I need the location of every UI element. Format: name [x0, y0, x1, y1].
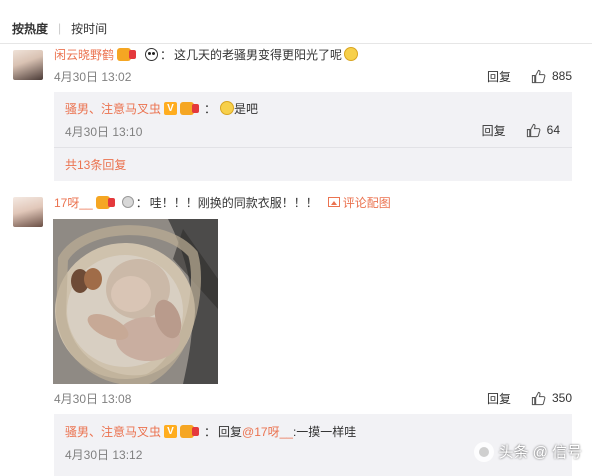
comment-actions: 回复 350 — [487, 389, 572, 407]
vip-badge-icon — [117, 47, 137, 61]
vip-badge-icon — [180, 101, 200, 115]
reply-text: 回复 — [218, 424, 243, 439]
comment-text: 哇！！！刚换的同款衣服！！！ — [149, 195, 318, 210]
photo-link-label: 评论配图 — [342, 195, 391, 210]
sort-bar: 按热度 | 按时间 — [12, 19, 107, 37]
mention-link[interactable]: @17呀__ — [242, 423, 293, 440]
verified-v-icon: V — [164, 424, 178, 438]
photo-image — [53, 219, 218, 384]
comment-time: 4月30日 13:02 — [54, 69, 132, 84]
vip-badge-icon — [180, 424, 200, 438]
emoji-icon — [220, 101, 235, 115]
thumbs-up-icon[interactable] — [531, 69, 546, 84]
thumbs-up-icon[interactable] — [526, 123, 541, 138]
comment-photo-link[interactable]: 评论配图 — [327, 194, 391, 211]
reply-time: 4月30日 13:12 — [65, 447, 143, 462]
like-count: 350 — [551, 391, 572, 405]
comment-actions: 回复 885 — [487, 67, 572, 85]
reply-actions: 回复 64 — [482, 121, 560, 139]
reply-content: 骚男、注意马叉虫 V ： 回复 @17呀__ :一摸一样哇 — [65, 422, 356, 440]
colon: ： — [135, 195, 148, 210]
picture-icon — [327, 197, 340, 207]
reply-username[interactable]: 骚男、注意马叉虫 — [65, 100, 161, 117]
reply-divider — [54, 147, 572, 148]
comment-username[interactable]: 闲云晓野鹤 — [54, 46, 114, 63]
panda-icon — [145, 47, 159, 61]
comment-time: 4月30日 13:08 — [54, 391, 132, 406]
colon: ： — [204, 424, 217, 439]
reply-text: 是吧 — [234, 101, 259, 116]
watermark-logo-icon — [474, 441, 495, 462]
reply-username[interactable]: 骚男、注意马叉虫 — [65, 423, 161, 440]
more-replies-link[interactable]: 共13条回复 — [65, 156, 126, 173]
reply-time: 4月30日 13:10 — [65, 124, 143, 139]
avatar[interactable] — [13, 197, 43, 227]
reply-button[interactable]: 回复 — [487, 390, 511, 407]
colon: ： — [160, 47, 173, 62]
reply-button[interactable]: 回复 — [487, 68, 511, 85]
comment-username[interactable]: 17呀__ — [54, 194, 93, 211]
reply-button[interactable]: 回复 — [482, 122, 506, 139]
vip-badge-icon — [95, 195, 115, 209]
comment-content: 闲云晓野鹤 ： 这几天的老骚男变得更阳光了呢 — [54, 45, 359, 63]
thumbs-up-icon[interactable] — [531, 391, 546, 406]
avatar[interactable] — [13, 50, 43, 80]
comment-content: 17呀__ ： 哇！！！刚换的同款衣服！！！ 评论配图 — [54, 193, 391, 211]
sort-divider — [0, 43, 592, 44]
emoji-icon — [344, 47, 359, 61]
watermark: 头条 @ 信号 — [474, 441, 582, 462]
like-count: 64 — [546, 123, 560, 137]
verified-v-icon: V — [164, 101, 178, 115]
watermark-text: 头条 @ 信号 — [498, 444, 582, 461]
comment-text: 这几天的老骚男变得更阳光了呢 — [174, 47, 343, 62]
sort-by-time-tab[interactable]: 按时间 — [71, 20, 107, 37]
colon: ： — [204, 101, 217, 116]
sort-by-hot-tab[interactable]: 按热度 — [12, 20, 48, 37]
medal-icon — [121, 196, 134, 208]
like-count: 885 — [551, 69, 572, 83]
reply-text-after: :一摸一样哇 — [292, 424, 357, 439]
comment-photo[interactable] — [53, 219, 218, 384]
sort-separator: | — [58, 21, 62, 35]
reply-content: 骚男、注意马叉虫 V ： 是吧 — [65, 99, 258, 117]
